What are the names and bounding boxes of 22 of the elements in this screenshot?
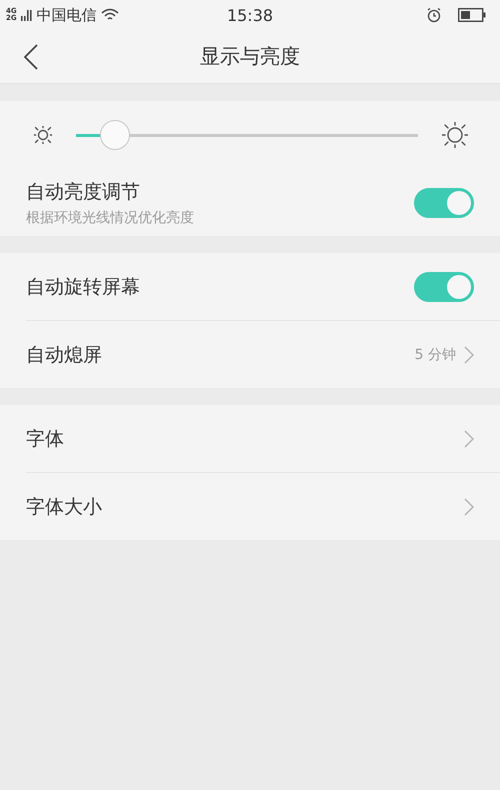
- chevron-right-icon: [464, 346, 474, 364]
- setting-value: 5 分钟: [414, 346, 456, 364]
- toggle-switch[interactable]: [414, 272, 474, 302]
- signal-icon: [20, 8, 33, 22]
- setting-label: 字体: [26, 426, 65, 452]
- alarm-clock-icon: [426, 7, 442, 23]
- chevron-right-icon: [464, 430, 474, 448]
- setting-label: 自动旋转屏幕: [26, 274, 141, 300]
- status-time: 15:38: [226, 6, 274, 24]
- battery-icon: [458, 8, 486, 22]
- setting-label: 自动熄屏: [26, 342, 103, 368]
- setting-label: 字体大小: [26, 494, 103, 520]
- wifi-icon: [100, 8, 119, 22]
- toggle-switch[interactable]: [414, 188, 474, 218]
- carrier-name: 中国电信: [36, 6, 97, 24]
- page-title: 显示与亮度: [200, 43, 300, 70]
- setting-label: 自动亮度调节: [26, 180, 141, 204]
- slider-thumb[interactable]: [100, 120, 130, 150]
- dim-sun-icon: [34, 126, 52, 144]
- bright-sun-icon: [442, 122, 468, 148]
- setting-description: 根据环境光线情况优化亮度: [26, 208, 195, 226]
- chevron-right-icon: [464, 498, 474, 516]
